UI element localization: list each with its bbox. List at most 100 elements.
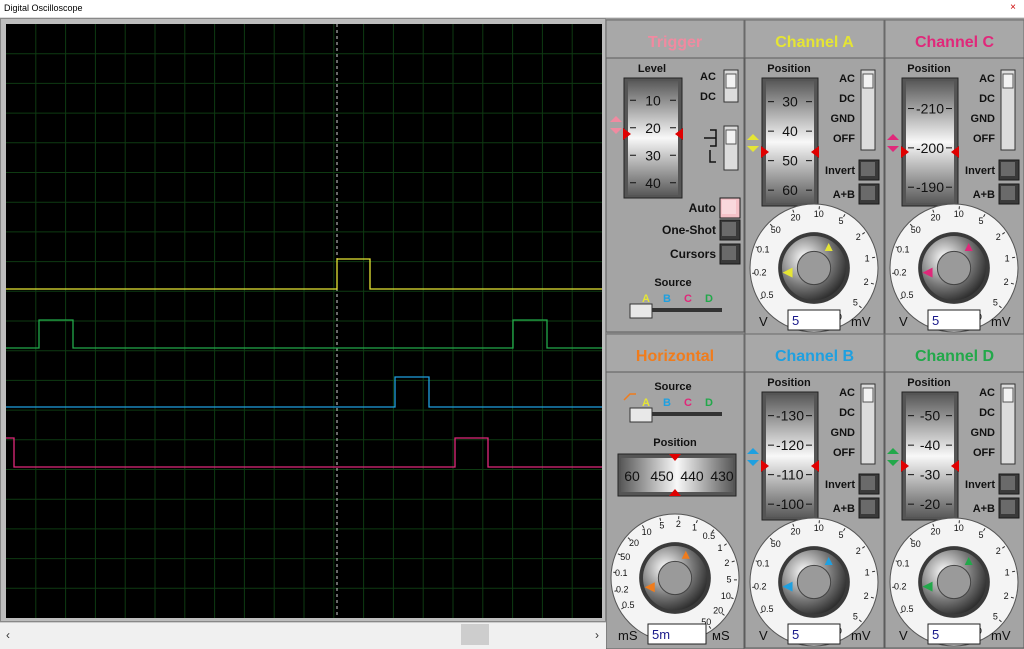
roller-tick-label: 50	[782, 153, 798, 169]
coupling-ac-label: AC	[839, 73, 855, 85]
coupling-off-label: OFF	[973, 133, 995, 145]
close-icon[interactable]: ×	[1010, 2, 1016, 13]
dial-scale-label: 0.2	[754, 582, 767, 592]
roller-tick-label: -20	[920, 496, 940, 512]
cursors-label: Cursors	[670, 247, 716, 261]
source-option-d[interactable]: D	[705, 293, 713, 305]
a-plus-b-label: A+B	[973, 189, 995, 201]
source-slider-thumb[interactable]	[629, 407, 653, 423]
channel-d-coupling-switch-thumb[interactable]	[1002, 387, 1014, 403]
scroll-right-icon[interactable]: ›	[595, 628, 599, 642]
trigger-edge-switch-thumb[interactable]	[725, 129, 737, 145]
unit-left-label: V	[899, 314, 908, 329]
coupling-dc-label: DC	[979, 407, 995, 419]
coupling-ac-label: AC	[979, 387, 995, 399]
auto-label: Auto	[689, 201, 716, 215]
channel-position-label: Position	[907, 63, 951, 75]
title-bar: Digital Oscilloscope ×	[0, 0, 1024, 18]
dial-scale-label: 5	[726, 575, 731, 585]
window-title: Digital Oscilloscope	[4, 3, 83, 13]
dial-scale-label: 2	[676, 519, 681, 529]
channel-position-label: Position	[767, 377, 811, 389]
roller-tick-label: -30	[920, 467, 940, 483]
source-option-c[interactable]: C	[684, 397, 692, 409]
source-option-d[interactable]: D	[705, 397, 713, 409]
dial-scale-label: 1	[865, 568, 870, 578]
knob-center	[657, 560, 693, 596]
coupling-off-label: OFF	[833, 133, 855, 145]
trigger-coupling-switch-thumb[interactable]	[725, 73, 737, 89]
section-title: Channel D	[915, 348, 994, 365]
value-text: 5	[932, 627, 939, 642]
value-text: 5	[932, 313, 939, 328]
dial-scale-label: 5	[659, 521, 664, 531]
dial-tick	[872, 570, 876, 573]
dial-scale-label: 0.2	[754, 268, 767, 278]
dial-scale-label: 5	[993, 612, 998, 622]
channel-a-aplusb-button-face	[861, 186, 875, 200]
dial-tick	[872, 256, 876, 259]
source-option-a[interactable]: A	[642, 293, 650, 305]
dial-scale-label: 10	[721, 591, 731, 601]
channel-a-coupling-switch-thumb[interactable]	[862, 73, 874, 89]
dial-scale-label: 0.5	[622, 600, 635, 610]
dial-scale-label: 2	[864, 277, 869, 287]
channel-c-coupling-switch-thumb[interactable]	[1002, 73, 1014, 89]
channel-b-coupling-switch-thumb[interactable]	[862, 387, 874, 403]
dial-scale-label: 10	[954, 209, 964, 219]
horizontal-position-label: Position	[653, 437, 697, 449]
coupling-ac-label: AC	[839, 387, 855, 399]
source-slider-thumb[interactable]	[629, 303, 653, 319]
control-panel: TriggerLevel10203040ACDCAutoOne-ShotCurs…	[606, 18, 1024, 649]
one-shot-button-face	[722, 222, 736, 236]
coupling-dc-label: DC	[839, 407, 855, 419]
source-option-b[interactable]: B	[663, 293, 671, 305]
dial-scale-label: 50	[771, 539, 781, 549]
roller-tick-label: 20	[645, 120, 661, 136]
scope-screen	[6, 24, 602, 618]
a-plus-b-label: A+B	[973, 503, 995, 515]
dial-scale-label: 5	[853, 612, 858, 622]
coupling-off-label: OFF	[973, 447, 995, 459]
knob-center	[796, 564, 832, 600]
knob-center	[936, 564, 972, 600]
roller-tick-label: 40	[782, 123, 798, 139]
dial-scale-label: 0.2	[616, 585, 629, 595]
dial-tick	[614, 590, 618, 592]
dial-scale-label: 10	[642, 527, 652, 537]
dial-tick	[1012, 570, 1016, 573]
section-title: Channel C	[915, 34, 995, 51]
dial-scale-label: 20	[791, 212, 801, 222]
dial-scale-label: 1	[1005, 568, 1010, 578]
knob-center	[936, 250, 972, 286]
dial-scale-label: 0.2	[894, 582, 907, 592]
dial-scale-label: 0.5	[901, 604, 914, 614]
roller-tick-label: -130	[776, 408, 804, 424]
source-option-b[interactable]: B	[663, 397, 671, 409]
unit-right-label: mV	[851, 628, 871, 643]
roller-tick-label: 450	[650, 468, 674, 484]
channel-position-label: Position	[767, 63, 811, 75]
horizontal-scrollbar[interactable]: ‹ ›	[0, 622, 606, 649]
section-title: Channel B	[775, 348, 854, 365]
unit-left-label: mS	[618, 628, 638, 643]
dial-scale-label: 2	[1004, 591, 1009, 601]
scroll-left-icon[interactable]: ‹	[6, 628, 10, 642]
coupling-dc-label: DC	[839, 93, 855, 105]
scroll-thumb[interactable]	[461, 624, 489, 645]
roller-tick-label: -40	[920, 437, 940, 453]
dial-scale-label: 0.1	[757, 245, 770, 255]
dial-scale-label: 2	[856, 232, 861, 242]
dial-scale-label: 0.5	[703, 531, 716, 541]
dial-tick	[659, 517, 662, 521]
roller-tick-label: -110	[777, 467, 804, 483]
channel-b-aplusb-button-face	[861, 500, 875, 514]
dial-scale-label: 50	[771, 225, 781, 235]
coupling-dc-label: DC	[979, 93, 995, 105]
dial-scale-label: 50	[911, 225, 921, 235]
roller-tick-label: 60	[624, 468, 640, 484]
source-option-c[interactable]: C	[684, 293, 692, 305]
section-title: Trigger	[648, 34, 702, 51]
source-option-a[interactable]: A	[642, 397, 650, 409]
dial-scale-label: 0.1	[897, 245, 910, 255]
